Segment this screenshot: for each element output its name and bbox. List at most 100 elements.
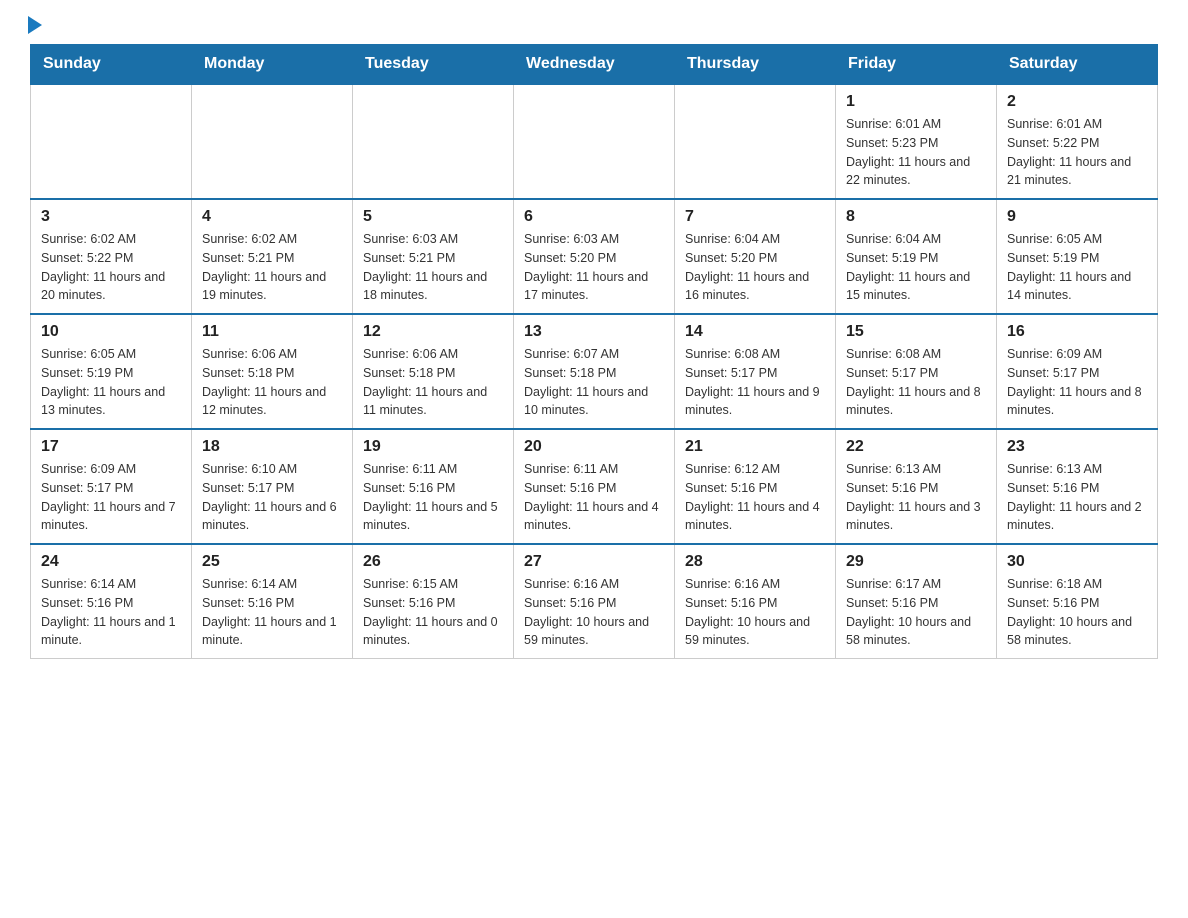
- day-number: 20: [524, 438, 664, 456]
- weekday-header-row: SundayMondayTuesdayWednesdayThursdayFrid…: [31, 45, 1158, 85]
- day-info: Sunrise: 6:07 AMSunset: 5:18 PMDaylight:…: [524, 345, 664, 420]
- day-number: 25: [202, 553, 342, 571]
- calendar-cell: [514, 84, 675, 199]
- day-number: 2: [1007, 93, 1147, 111]
- calendar-cell: 25 Sunrise: 6:14 AMSunset: 5:16 PMDayligh…: [192, 544, 353, 659]
- day-info: Sunrise: 6:17 AMSunset: 5:16 PMDaylight:…: [846, 575, 986, 650]
- day-number: 10: [41, 323, 181, 341]
- day-number: 21: [685, 438, 825, 456]
- day-number: 29: [846, 553, 986, 571]
- calendar-cell: 15 Sunrise: 6:08 AMSunset: 5:17 PMDayligh…: [836, 314, 997, 429]
- day-info: Sunrise: 6:02 AMSunset: 5:21 PMDaylight:…: [202, 230, 342, 305]
- day-info: Sunrise: 6:09 AMSunset: 5:17 PMDaylight:…: [1007, 345, 1147, 420]
- weekday-header-monday: Monday: [192, 45, 353, 85]
- logo-triangle-icon: [28, 16, 42, 34]
- calendar-cell: 10Sunrise: 6:05 AMSunset: 5:19 PMDayligh…: [31, 314, 192, 429]
- weekday-header-friday: Friday: [836, 45, 997, 85]
- calendar-cell: 22 Sunrise: 6:13 AMSunset: 5:16 PMDayligh…: [836, 429, 997, 544]
- day-number: 9: [1007, 208, 1147, 226]
- calendar-cell: 14 Sunrise: 6:08 AMSunset: 5:17 PMDayligh…: [675, 314, 836, 429]
- day-number: 27: [524, 553, 664, 571]
- calendar-cell: 5 Sunrise: 6:03 AMSunset: 5:21 PMDaylight…: [353, 199, 514, 314]
- day-info: Sunrise: 6:16 AMSunset: 5:16 PMDaylight:…: [524, 575, 664, 650]
- day-number: 15: [846, 323, 986, 341]
- calendar-week-row: 17 Sunrise: 6:09 AMSunset: 5:17 PMDayligh…: [31, 429, 1158, 544]
- day-info: Sunrise: 6:15 AMSunset: 5:16 PMDaylight:…: [363, 575, 503, 650]
- weekday-header-sunday: Sunday: [31, 45, 192, 85]
- calendar-week-row: 10Sunrise: 6:05 AMSunset: 5:19 PMDayligh…: [31, 314, 1158, 429]
- day-number: 30: [1007, 553, 1147, 571]
- calendar-cell: 7Sunrise: 6:04 AMSunset: 5:20 PMDaylight…: [675, 199, 836, 314]
- day-number: 1: [846, 93, 986, 111]
- day-number: 11: [202, 323, 342, 341]
- day-number: 13: [524, 323, 664, 341]
- calendar-cell: 27 Sunrise: 6:16 AMSunset: 5:16 PMDayligh…: [514, 544, 675, 659]
- day-info: Sunrise: 6:16 AMSunset: 5:16 PMDaylight:…: [685, 575, 825, 650]
- calendar-cell: 20 Sunrise: 6:11 AMSunset: 5:16 PMDayligh…: [514, 429, 675, 544]
- day-info: Sunrise: 6:12 AMSunset: 5:16 PMDaylight:…: [685, 460, 825, 535]
- day-info: Sunrise: 6:01 AMSunset: 5:22 PMDaylight:…: [1007, 115, 1147, 190]
- calendar-week-row: 24 Sunrise: 6:14 AMSunset: 5:16 PMDayligh…: [31, 544, 1158, 659]
- calendar-cell: 28 Sunrise: 6:16 AMSunset: 5:16 PMDayligh…: [675, 544, 836, 659]
- day-info: Sunrise: 6:02 AMSunset: 5:22 PMDaylight:…: [41, 230, 181, 305]
- day-info: Sunrise: 6:04 AMSunset: 5:20 PMDaylight:…: [685, 230, 825, 305]
- calendar-cell: 2 Sunrise: 6:01 AMSunset: 5:22 PMDaylight…: [997, 84, 1158, 199]
- calendar-cell: 4 Sunrise: 6:02 AMSunset: 5:21 PMDaylight…: [192, 199, 353, 314]
- day-number: 26: [363, 553, 503, 571]
- calendar-cell: 1 Sunrise: 6:01 AMSunset: 5:23 PMDaylight…: [836, 84, 997, 199]
- day-info: Sunrise: 6:14 AMSunset: 5:16 PMDaylight:…: [202, 575, 342, 650]
- calendar-cell: [31, 84, 192, 199]
- calendar-week-row: 3Sunrise: 6:02 AMSunset: 5:22 PMDaylight…: [31, 199, 1158, 314]
- calendar-cell: 17 Sunrise: 6:09 AMSunset: 5:17 PMDayligh…: [31, 429, 192, 544]
- day-number: 6: [524, 208, 664, 226]
- day-info: Sunrise: 6:06 AMSunset: 5:18 PMDaylight:…: [202, 345, 342, 420]
- day-info: Sunrise: 6:11 AMSunset: 5:16 PMDaylight:…: [363, 460, 503, 535]
- day-info: Sunrise: 6:13 AMSunset: 5:16 PMDaylight:…: [1007, 460, 1147, 535]
- day-info: Sunrise: 6:04 AMSunset: 5:19 PMDaylight:…: [846, 230, 986, 305]
- day-number: 23: [1007, 438, 1147, 456]
- calendar-cell: 29 Sunrise: 6:17 AMSunset: 5:16 PMDayligh…: [836, 544, 997, 659]
- calendar-cell: 11 Sunrise: 6:06 AMSunset: 5:18 PMDayligh…: [192, 314, 353, 429]
- calendar-cell: 13 Sunrise: 6:07 AMSunset: 5:18 PMDayligh…: [514, 314, 675, 429]
- day-info: Sunrise: 6:08 AMSunset: 5:17 PMDaylight:…: [846, 345, 986, 420]
- day-info: Sunrise: 6:10 AMSunset: 5:17 PMDaylight:…: [202, 460, 342, 535]
- day-number: 28: [685, 553, 825, 571]
- calendar-cell: 9 Sunrise: 6:05 AMSunset: 5:19 PMDaylight…: [997, 199, 1158, 314]
- weekday-header-thursday: Thursday: [675, 45, 836, 85]
- day-info: Sunrise: 6:18 AMSunset: 5:16 PMDaylight:…: [1007, 575, 1147, 650]
- day-info: Sunrise: 6:11 AMSunset: 5:16 PMDaylight:…: [524, 460, 664, 535]
- calendar-week-row: 1 Sunrise: 6:01 AMSunset: 5:23 PMDaylight…: [31, 84, 1158, 199]
- calendar-cell: 19 Sunrise: 6:11 AMSunset: 5:16 PMDayligh…: [353, 429, 514, 544]
- calendar-cell: 21 Sunrise: 6:12 AMSunset: 5:16 PMDayligh…: [675, 429, 836, 544]
- day-number: 8: [846, 208, 986, 226]
- weekday-header-saturday: Saturday: [997, 45, 1158, 85]
- day-number: 16: [1007, 323, 1147, 341]
- day-info: Sunrise: 6:09 AMSunset: 5:17 PMDaylight:…: [41, 460, 181, 535]
- calendar-cell: 6 Sunrise: 6:03 AMSunset: 5:20 PMDaylight…: [514, 199, 675, 314]
- day-number: 22: [846, 438, 986, 456]
- day-info: Sunrise: 6:01 AMSunset: 5:23 PMDaylight:…: [846, 115, 986, 190]
- calendar-cell: [192, 84, 353, 199]
- calendar-cell: [353, 84, 514, 199]
- weekday-header-wednesday: Wednesday: [514, 45, 675, 85]
- calendar-cell: 24Sunrise: 6:14 AMSunset: 5:16 PMDayligh…: [31, 544, 192, 659]
- calendar-cell: 16 Sunrise: 6:09 AMSunset: 5:17 PMDayligh…: [997, 314, 1158, 429]
- calendar-cell: [675, 84, 836, 199]
- day-number: 17: [41, 438, 181, 456]
- day-info: Sunrise: 6:03 AMSunset: 5:20 PMDaylight:…: [524, 230, 664, 305]
- calendar-cell: 26 Sunrise: 6:15 AMSunset: 5:16 PMDayligh…: [353, 544, 514, 659]
- day-number: 19: [363, 438, 503, 456]
- day-number: 24: [41, 553, 181, 571]
- page-header: [30, 20, 1158, 34]
- day-number: 5: [363, 208, 503, 226]
- day-info: Sunrise: 6:06 AMSunset: 5:18 PMDaylight:…: [363, 345, 503, 420]
- day-number: 4: [202, 208, 342, 226]
- day-info: Sunrise: 6:05 AMSunset: 5:19 PMDaylight:…: [1007, 230, 1147, 305]
- day-number: 14: [685, 323, 825, 341]
- day-info: Sunrise: 6:08 AMSunset: 5:17 PMDaylight:…: [685, 345, 825, 420]
- day-info: Sunrise: 6:13 AMSunset: 5:16 PMDaylight:…: [846, 460, 986, 535]
- calendar-cell: 12 Sunrise: 6:06 AMSunset: 5:18 PMDayligh…: [353, 314, 514, 429]
- day-info: Sunrise: 6:03 AMSunset: 5:21 PMDaylight:…: [363, 230, 503, 305]
- calendar-cell: 23 Sunrise: 6:13 AMSunset: 5:16 PMDayligh…: [997, 429, 1158, 544]
- day-number: 12: [363, 323, 503, 341]
